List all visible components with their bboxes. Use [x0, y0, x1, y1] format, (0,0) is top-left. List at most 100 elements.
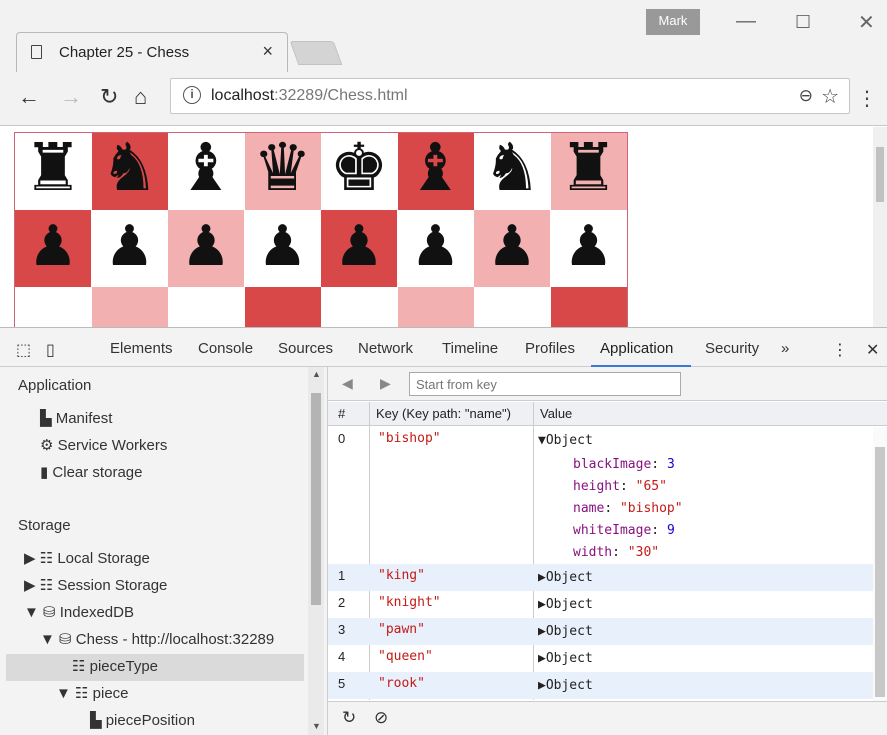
table-row[interactable]: 1 "king" ▶Object	[328, 564, 873, 591]
info-icon[interactable]: i	[183, 86, 201, 104]
expand-arrow-icon[interactable]: ▶	[24, 550, 40, 567]
table-row[interactable]: 4 "queen" ▶Object	[328, 645, 873, 672]
chess-piece-black-rook[interactable]: ♜	[15, 129, 91, 206]
data-scrollbar[interactable]	[873, 427, 887, 701]
sidebar-scrollbar[interactable]: ▲ ▼	[308, 367, 324, 735]
collapse-arrow-icon[interactable]: ▼	[40, 631, 59, 648]
chess-piece-black-rook[interactable]: ♜	[551, 129, 627, 206]
chess-piece-black-pawn[interactable]: ♟	[398, 214, 474, 279]
sidebar-item-chess-db[interactable]: ▼ ⛁ Chess - http://localhost:32289	[40, 630, 274, 648]
board-square[interactable]	[474, 287, 550, 327]
board-square[interactable]	[15, 287, 91, 327]
close-tab-icon[interactable]: ×	[262, 41, 273, 62]
sidebar-item-indexeddb[interactable]: ▼ ⛁ IndexedDB	[24, 603, 134, 621]
row-value[interactable]: ▶Object	[538, 678, 593, 693]
maximize-button[interactable]: ☐	[795, 12, 811, 33]
prev-page-icon[interactable]: ◀	[342, 375, 353, 392]
sidebar-scroll-thumb[interactable]	[311, 393, 321, 605]
tab-sources[interactable]: Sources	[278, 340, 333, 357]
sidebar-item-manifest[interactable]: ▙ Manifest	[40, 409, 112, 427]
board-square[interactable]: ♜	[15, 129, 91, 210]
board-square[interactable]: ♝	[168, 129, 244, 210]
chess-piece-black-pawn[interactable]: ♟	[474, 214, 550, 279]
chess-piece-black-king[interactable]: ♚	[321, 129, 397, 206]
new-tab-button[interactable]	[289, 41, 343, 65]
row-value[interactable]: ▼Object	[538, 433, 593, 448]
tab-application[interactable]: Application	[600, 340, 673, 357]
tab-security[interactable]: Security	[705, 340, 759, 357]
collapse-arrow-icon[interactable]: ▼	[24, 604, 43, 621]
chess-piece-black-bishop[interactable]: ♝	[398, 129, 474, 206]
forward-arrow-icon[interactable]: →	[60, 84, 82, 110]
board-square[interactable]: ♞	[474, 129, 550, 210]
collapse-arrow-icon[interactable]: ▼	[56, 685, 75, 702]
table-row[interactable]: 2 "knight" ▶Object	[328, 591, 873, 618]
start-from-key-input[interactable]	[409, 372, 681, 396]
scroll-up-icon[interactable]: ▲	[312, 369, 321, 379]
row-value[interactable]: ▶Object	[538, 570, 593, 585]
next-page-icon[interactable]: ▶	[380, 375, 391, 392]
devtools-menu-icon[interactable]: ⋮	[832, 340, 848, 360]
chess-piece-black-queen[interactable]: ♛	[245, 129, 321, 206]
close-window-button[interactable]: ✕	[858, 10, 875, 35]
chess-piece-black-knight[interactable]: ♞	[92, 129, 168, 206]
board-square[interactable]: ♟	[321, 210, 397, 287]
profile-badge[interactable]: Mark	[646, 9, 700, 35]
reload-icon[interactable]: ↻	[100, 84, 118, 110]
sidebar-item-piecetype[interactable]: ☷ pieceType	[72, 657, 158, 675]
table-row[interactable]: 0 "bishop" ▼Object blackImage: 3 height:…	[328, 427, 873, 563]
zoom-icon[interactable]: ⊖	[799, 86, 813, 106]
chess-piece-black-pawn[interactable]: ♟	[245, 214, 321, 279]
minimize-button[interactable]: —	[736, 10, 756, 33]
sidebar-item-service-workers[interactable]: ⚙ Service Workers	[40, 436, 167, 454]
scroll-down-icon[interactable]: ▼	[312, 721, 321, 731]
table-row[interactable]: 3 "pawn" ▶Object	[328, 618, 873, 645]
chess-piece-black-pawn[interactable]: ♟	[168, 214, 244, 279]
board-square[interactable]	[168, 287, 244, 327]
board-square[interactable]: ♝	[397, 129, 474, 210]
row-value[interactable]: ▶Object	[538, 651, 593, 666]
sidebar-item-pieceposition[interactable]: ▙ piecePosition	[90, 711, 195, 729]
board-square[interactable]: ♟	[15, 210, 91, 287]
data-scroll-thumb[interactable]	[875, 447, 885, 697]
page-scrollbar[interactable]	[873, 127, 887, 327]
address-bar[interactable]: i localhost:32289/Chess.html ⊖ ☆	[170, 78, 850, 114]
board-square[interactable]: ♚	[321, 129, 397, 210]
board-square[interactable]: ♞	[91, 129, 168, 210]
inspect-element-icon[interactable]: ⬚	[16, 340, 31, 360]
tab-network[interactable]: Network	[358, 340, 413, 357]
chess-piece-black-knight[interactable]: ♞	[474, 129, 550, 206]
board-square[interactable]	[321, 287, 397, 327]
col-header-value[interactable]: Value	[540, 406, 572, 421]
tab-timeline[interactable]: Timeline	[442, 340, 498, 357]
more-tabs-button[interactable]: »	[781, 340, 789, 357]
sidebar-item-session-storage[interactable]: ▶ ☷ Session Storage	[24, 576, 167, 594]
board-square[interactable]: ♟	[168, 210, 244, 287]
bookmark-star-icon[interactable]: ☆	[821, 84, 839, 109]
board-square[interactable]: ♟	[244, 210, 321, 287]
board-square[interactable]	[91, 287, 168, 327]
row-value[interactable]: ▶Object	[538, 624, 593, 639]
page-scroll-thumb[interactable]	[876, 147, 884, 202]
chess-piece-black-bishop[interactable]: ♝	[168, 129, 244, 206]
board-square[interactable]: ♛	[244, 129, 321, 210]
tab-elements[interactable]: Elements	[110, 340, 173, 357]
sidebar-item-piece[interactable]: ▼ ☷ piece	[56, 684, 129, 702]
browser-tab[interactable]: Chapter 25 - Chess ×	[16, 32, 288, 72]
tab-profiles[interactable]: Profiles	[525, 340, 575, 357]
clear-object-store-icon[interactable]: ⊘	[374, 708, 388, 728]
chess-piece-black-pawn[interactable]: ♟	[92, 214, 168, 279]
board-square[interactable]	[550, 287, 627, 327]
col-header-num[interactable]: #	[338, 406, 345, 421]
refresh-icon[interactable]: ↻	[342, 708, 356, 728]
col-header-key[interactable]: Key (Key path: "name")	[376, 406, 511, 421]
sidebar-item-local-storage[interactable]: ▶ ☷ Local Storage	[24, 549, 150, 567]
home-icon[interactable]: ⌂	[134, 84, 147, 110]
chess-piece-black-pawn[interactable]: ♟	[15, 214, 91, 279]
board-square[interactable]: ♟	[474, 210, 550, 287]
chess-piece-black-pawn[interactable]: ♟	[551, 214, 627, 279]
board-square[interactable]: ♟	[550, 210, 627, 287]
board-square[interactable]	[397, 287, 474, 327]
expand-arrow-icon[interactable]: ▶	[24, 577, 40, 594]
close-devtools-icon[interactable]: ✕	[866, 340, 879, 360]
